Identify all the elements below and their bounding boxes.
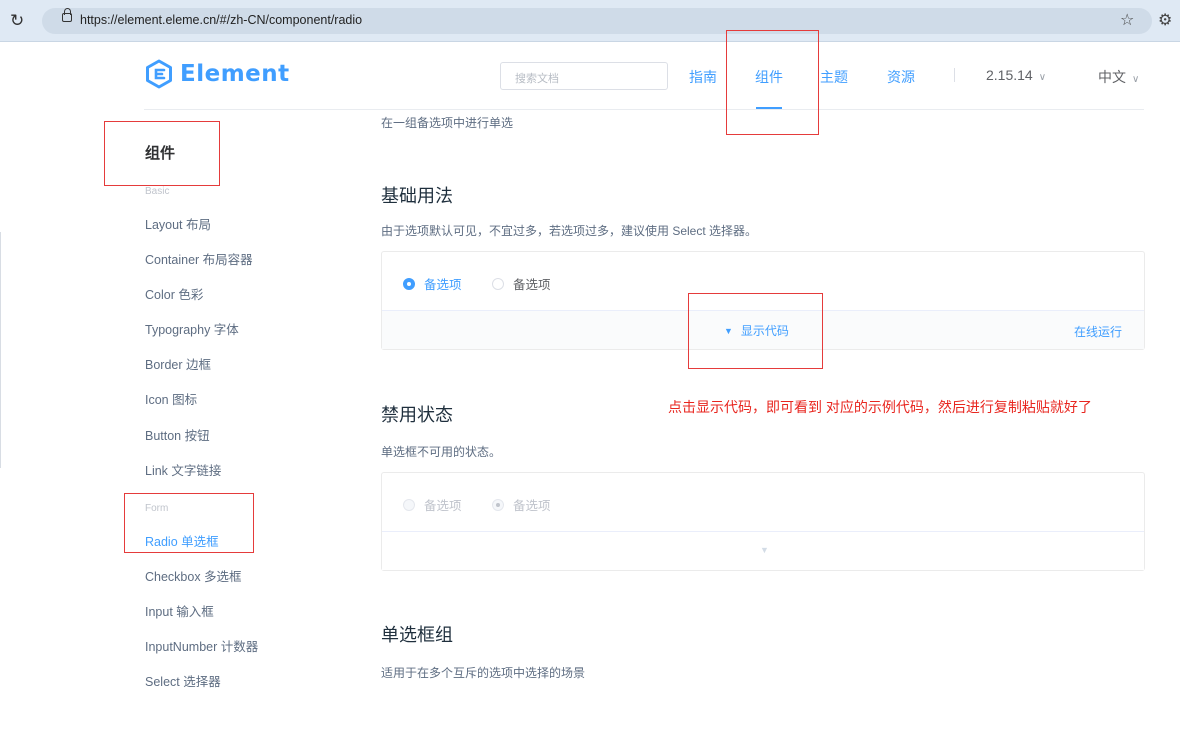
sidebar-item-color[interactable]: Color 色彩	[145, 284, 203, 303]
lock-icon	[62, 8, 72, 22]
extensions-icon[interactable]: ⚙	[1158, 11, 1172, 29]
sidebar-item-inputnumber[interactable]: InputNumber 计数器	[145, 636, 258, 655]
caret-down-icon: ▼	[760, 545, 769, 555]
sidebar-item-container[interactable]: Container 布局容器	[145, 249, 253, 268]
radio-dot	[403, 277, 415, 290]
element-logo[interactable]: Element	[144, 58, 290, 90]
nav-resource[interactable]: 资源	[887, 67, 915, 87]
url-text[interactable]: https://element.eleme.cn/#/zh-CN/compone…	[80, 13, 362, 27]
language-label: 中文	[1098, 69, 1126, 85]
sidebar-item-layout[interactable]: Layout 布局	[145, 214, 211, 233]
radio-dot	[492, 498, 504, 511]
search-input[interactable]: 搜索文档	[500, 62, 668, 90]
radio-option-disabled: 备选项	[403, 495, 462, 514]
demo-control-bar[interactable]: ▼	[382, 531, 1144, 570]
highlight-box-radio-item	[124, 493, 254, 553]
sidebar-item-select[interactable]: Select 选择器	[145, 671, 221, 690]
highlight-box-nav-component	[726, 30, 819, 135]
chevron-down-icon: ∨	[1132, 74, 1140, 85]
section-desc-group: 适用于在多个互斥的选项中选择的场景	[381, 666, 586, 680]
highlight-box-show-code	[688, 293, 823, 369]
radio-dot	[492, 277, 504, 290]
header-divider	[144, 109, 1144, 110]
bookmark-star-icon[interactable]: ☆	[1120, 11, 1134, 29]
radio-option[interactable]: 备选项	[492, 274, 551, 293]
version-dropdown[interactable]: 2.15.14 ∨	[986, 67, 1046, 83]
demo-body: 备选项 备选项	[382, 473, 1144, 531]
sidebar-item-link[interactable]: Link 文字链接	[145, 460, 221, 479]
chevron-down-icon: ∨	[1038, 72, 1047, 83]
section-title-group: 单选框组	[381, 625, 453, 645]
nav-theme[interactable]: 主题	[820, 67, 848, 87]
language-dropdown[interactable]: 中文 ∨	[1098, 67, 1139, 87]
search-placeholder: 搜索文档	[515, 73, 559, 85]
sidebar-item-input[interactable]: Input 输入框	[145, 601, 214, 620]
radio-label: 备选项	[513, 278, 551, 292]
sidebar-item-border[interactable]: Border 边框	[145, 354, 211, 373]
run-online-button[interactable]: 在线运行	[1074, 323, 1122, 340]
nav-divider	[954, 68, 955, 82]
radio-label: 备选项	[424, 499, 462, 513]
page-edge-divider	[0, 232, 1, 468]
annotation-text: 点击显示代码，即可看到 对应的示例代码，然后进行复制粘贴就好了	[668, 399, 1092, 415]
radio-option-checked[interactable]: 备选项	[403, 274, 462, 293]
reload-icon[interactable]: ↻	[10, 11, 24, 31]
nav-guide[interactable]: 指南	[689, 67, 717, 87]
element-logo-icon	[146, 59, 172, 89]
sidebar-group-basic: Basic	[145, 186, 170, 197]
sidebar-item-typography[interactable]: Typography 字体	[145, 319, 239, 338]
sidebar-item-button[interactable]: Button 按钮	[145, 425, 210, 444]
version-label: 2.15.14	[986, 67, 1033, 83]
page-intro: 在一组备选项中进行单选	[381, 116, 514, 130]
browser-toolbar: ↻ https://element.eleme.cn/#/zh-CN/compo…	[0, 0, 1180, 42]
section-title-basic: 基础用法	[381, 186, 453, 206]
sidebar-item-checkbox[interactable]: Checkbox 多选框	[145, 566, 242, 585]
demo-block-disabled: 备选项 备选项 ▼	[381, 472, 1145, 571]
highlight-box-sidebar-title	[104, 121, 220, 186]
logo-text: Element	[180, 61, 290, 87]
sidebar-item-icon[interactable]: Icon 图标	[145, 389, 197, 408]
radio-label: 备选项	[424, 278, 462, 292]
radio-label: 备选项	[513, 499, 551, 513]
section-desc-basic: 由于选项默认可见，不宜过多，若选项过多，建议使用 Select 选择器。	[381, 224, 758, 238]
section-title-disabled: 禁用状态	[381, 405, 453, 425]
section-desc-disabled: 单选框不可用的状态。	[381, 445, 502, 459]
radio-dot	[403, 498, 415, 511]
radio-option-disabled-checked: 备选项	[492, 495, 551, 514]
